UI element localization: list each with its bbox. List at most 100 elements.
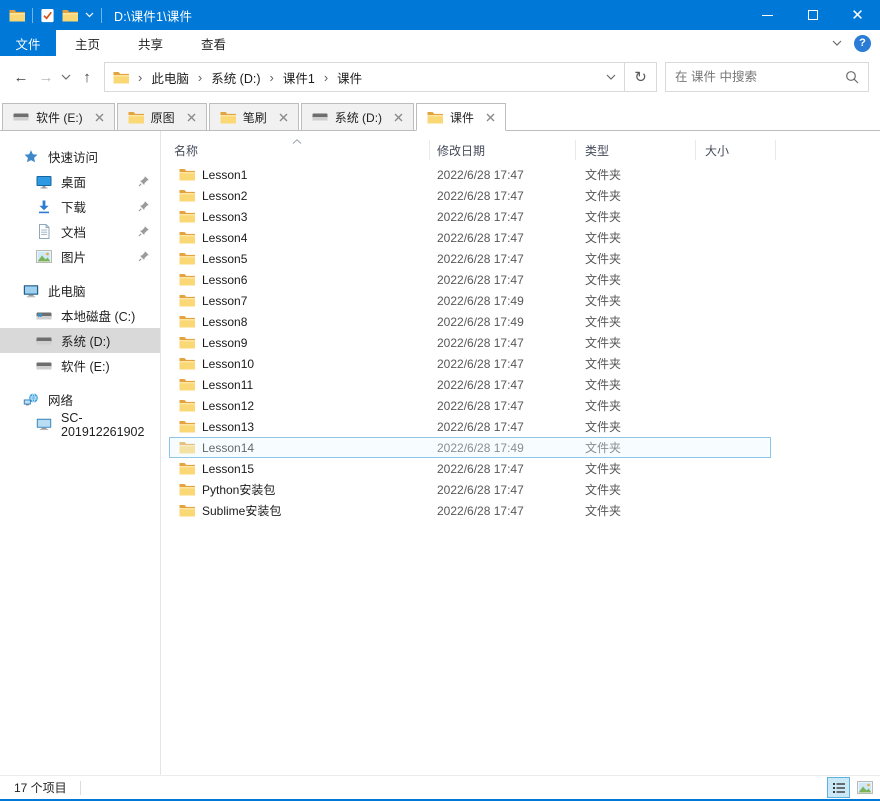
search-input[interactable] — [675, 70, 845, 84]
address-input[interactable]: › 此电脑 › 系统 (D:) › 课件1 › 课件 — [104, 62, 625, 92]
recent-locations-chevron-icon[interactable] — [58, 74, 74, 80]
star-icon — [23, 149, 39, 165]
ribbon-tab-file[interactable]: 文件 — [0, 30, 56, 56]
column-header[interactable]: 大小 — [696, 140, 776, 160]
tab-close-icon[interactable] — [279, 113, 288, 122]
file-row[interactable]: Lesson2 2022/6/28 17:47 文件夹 — [161, 185, 880, 206]
sidebar-item-label: 系统 (D:) — [61, 335, 111, 349]
maximize-button[interactable] — [790, 0, 835, 30]
sidebar-section-header[interactable]: 网络 — [0, 387, 160, 412]
file-row[interactable]: Lesson13 2022/6/28 17:47 文件夹 — [161, 416, 880, 437]
file-type-cell: 文件夹 — [585, 294, 622, 308]
sidebar-section-header[interactable]: 快速访问 — [0, 144, 160, 169]
sidebar-item[interactable]: 系统 (D:) — [0, 328, 160, 353]
folder-tab[interactable]: 原图 — [116, 103, 207, 131]
file-name: Lesson10 — [202, 356, 255, 371]
address-dropdown-chevron-icon[interactable] — [606, 74, 616, 80]
thumbnails-view-button[interactable] — [853, 777, 876, 798]
help-icon[interactable]: ? — [854, 34, 871, 52]
file-row[interactable]: Lesson14 2022/6/28 17:49 文件夹 — [161, 437, 880, 458]
sidebar-item[interactable]: 文档 — [0, 219, 160, 244]
close-button[interactable]: ✕ — [835, 0, 880, 30]
back-icon[interactable]: ← — [8, 69, 34, 86]
breadcrumb-separator-icon: › — [197, 69, 203, 85]
sidebar-item[interactable]: 下载 — [0, 194, 160, 219]
file-date-cell: 2022/6/28 17:47 — [437, 209, 524, 224]
navigation-pane: 快速访问 桌面 下载 文档图片此电脑本地磁盘 (C:) 系统 (D:) 软件 (E:) 网络… — [0, 131, 161, 775]
details-view-button[interactable] — [827, 777, 850, 798]
file-name-cell: Sublime安装包 — [161, 502, 430, 519]
file-row[interactable]: Lesson8 2022/6/28 17:49 文件夹 — [161, 311, 880, 332]
forward-icon[interactable]: → — [34, 69, 58, 86]
sidebar-item[interactable]: 本地磁盘 (C:) — [0, 303, 160, 328]
customize-toolbar-chevron-icon[interactable] — [85, 12, 94, 18]
up-icon[interactable]: ↑ — [74, 69, 100, 86]
file-row[interactable]: Lesson7 2022/6/28 17:49 文件夹 — [161, 290, 880, 311]
sidebar-section-header[interactable]: 此电脑 — [0, 278, 160, 303]
ribbon-bar: 文件 主页 共享 查看 ? — [0, 30, 880, 56]
refresh-button[interactable]: ↻ — [624, 62, 657, 92]
file-name: Lesson13 — [202, 419, 255, 434]
file-row[interactable]: Lesson4 2022/6/28 17:47 文件夹 — [161, 227, 880, 248]
sidebar-item[interactable]: SC-201912261902 — [0, 411, 160, 439]
sidebar-item[interactable]: 软件 (E:) — [0, 353, 160, 378]
file-row[interactable]: Lesson5 2022/6/28 17:47 文件夹 — [161, 248, 880, 269]
tab-close-icon[interactable] — [394, 113, 403, 122]
ribbon-tab[interactable]: 主页 — [56, 30, 119, 56]
file-row[interactable]: Sublime安装包 2022/6/28 17:47 文件夹 — [161, 500, 880, 521]
column-header[interactable]: 修改日期 — [430, 140, 576, 160]
folder-tab[interactable]: 系统 (D:) — [300, 103, 415, 131]
folder-icon — [179, 294, 195, 307]
file-type-cell: 文件夹 — [585, 252, 622, 266]
file-date-cell: 2022/6/28 17:47 — [437, 167, 524, 182]
sidebar-section-label: 此电脑 — [48, 285, 86, 299]
search-icon[interactable] — [845, 70, 859, 84]
file-row[interactable]: Lesson3 2022/6/28 17:47 文件夹 — [161, 206, 880, 227]
file-type-cell: 文件夹 — [585, 231, 622, 245]
breadcrumb-item[interactable]: 此电脑 — [151, 68, 189, 87]
file-row[interactable]: Lesson6 2022/6/28 17:47 文件夹 — [161, 269, 880, 290]
tab-close-icon[interactable] — [95, 113, 104, 122]
file-row[interactable]: Lesson10 2022/6/28 17:47 文件夹 — [161, 353, 880, 374]
folder-tab[interactable]: 笔刷 — [208, 103, 299, 131]
pictures-icon — [36, 250, 52, 263]
folder-icon — [179, 168, 195, 181]
sidebar-item-label: 本地磁盘 (C:) — [61, 310, 136, 324]
expand-ribbon-chevron-icon[interactable] — [832, 40, 842, 46]
status-divider — [79, 780, 81, 795]
file-row[interactable]: Python安装包 2022/6/28 17:47 文件夹 — [161, 479, 880, 500]
folder-icon — [220, 111, 236, 124]
sidebar-item-label: 图片 — [61, 251, 87, 265]
tab-close-icon[interactable] — [187, 113, 196, 122]
maximize-icon — [807, 10, 818, 20]
minimize-button[interactable] — [745, 0, 790, 30]
titlebar: D:\课件1\课件 ✕ — [0, 0, 880, 30]
folder-tab[interactable]: 课件 — [416, 103, 507, 131]
properties-check-icon[interactable] — [40, 8, 55, 23]
folder-tab[interactable]: 软件 (E:) — [2, 103, 115, 131]
breadcrumb-item[interactable]: 课件1 — [283, 68, 315, 87]
file-date-cell: 2022/6/28 17:47 — [437, 398, 524, 413]
ribbon-tab[interactable]: 共享 — [119, 30, 182, 56]
sidebar-item[interactable]: 桌面 — [0, 169, 160, 194]
sidebar-item[interactable]: 图片 — [0, 244, 160, 269]
column-header[interactable]: 类型 — [576, 140, 696, 160]
breadcrumb-item[interactable]: 系统 (D:) — [211, 68, 260, 87]
breadcrumb-item[interactable]: 课件 — [337, 68, 362, 87]
file-date-cell: 2022/6/28 17:47 — [437, 461, 524, 476]
file-type-cell: 文件夹 — [585, 483, 622, 497]
drive-c-icon — [36, 310, 52, 322]
file-row[interactable]: Lesson12 2022/6/28 17:47 文件夹 — [161, 395, 880, 416]
file-row[interactable]: Lesson1 2022/6/28 17:47 文件夹 — [161, 164, 880, 185]
tab-close-icon[interactable] — [486, 113, 495, 122]
new-folder-icon[interactable] — [62, 9, 78, 22]
folder-icon — [179, 273, 195, 286]
file-row[interactable]: Lesson11 2022/6/28 17:47 文件夹 — [161, 374, 880, 395]
folder-tab-label: 原图 — [150, 110, 175, 125]
column-header[interactable]: 名称 — [161, 139, 430, 160]
file-row[interactable]: Lesson9 2022/6/28 17:47 文件夹 — [161, 332, 880, 353]
file-name-cell: Lesson7 — [161, 294, 430, 308]
file-row[interactable]: Lesson15 2022/6/28 17:47 文件夹 — [161, 458, 880, 479]
details-view-icon — [832, 782, 846, 794]
ribbon-tab[interactable]: 查看 — [182, 30, 245, 56]
